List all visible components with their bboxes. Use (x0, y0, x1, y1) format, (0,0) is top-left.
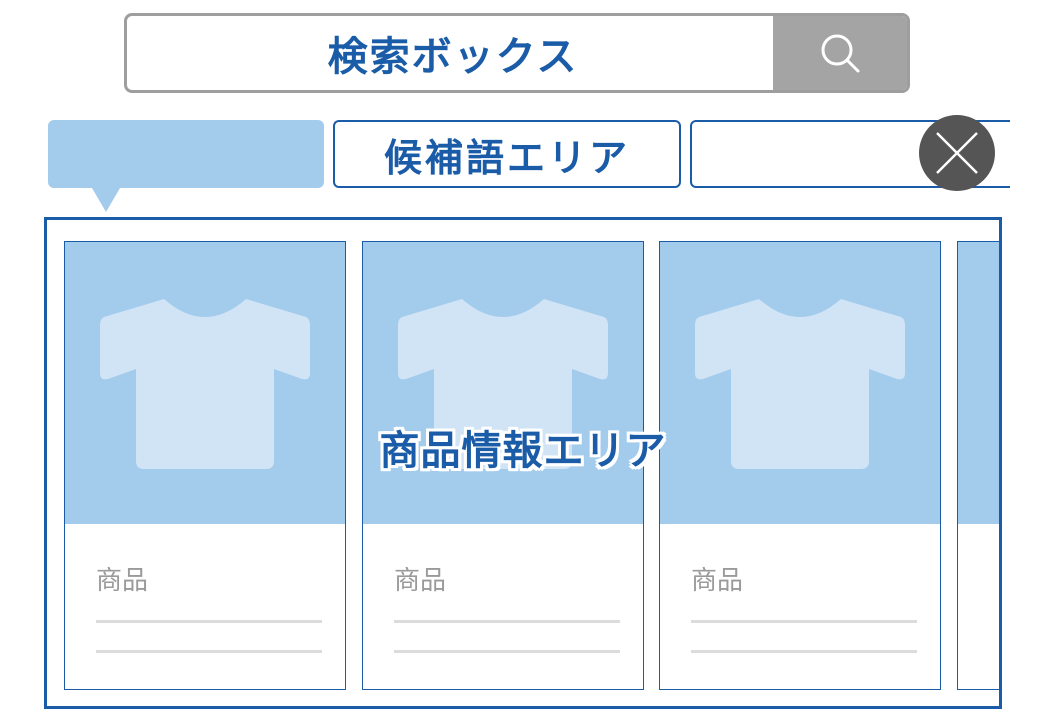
search-box[interactable]: 検索ボックス (124, 13, 910, 93)
placeholder-line (394, 650, 620, 653)
search-icon (821, 34, 860, 73)
product-title: 商品 (394, 566, 447, 596)
placeholder-line (96, 620, 322, 623)
placeholder-line (394, 620, 620, 623)
tshirt-icon (398, 299, 608, 469)
product-card[interactable]: 商品 (659, 241, 941, 690)
product-title: 商品 (96, 566, 149, 596)
suggestion-chip[interactable]: 候補語エリア (333, 120, 681, 188)
suggestion-chip-selected[interactable] (48, 120, 324, 212)
search-label[interactable]: 検索ボックス (127, 16, 779, 90)
suggestion-chip[interactable] (690, 120, 950, 188)
product-title: 商品 (691, 566, 744, 596)
product-image (958, 242, 999, 524)
close-icon (936, 132, 978, 174)
tshirt-icon (100, 299, 310, 469)
tshirt-icon (695, 299, 905, 469)
placeholder-line (691, 620, 917, 623)
product-image (363, 242, 643, 524)
product-image (65, 242, 345, 524)
close-button[interactable] (919, 115, 995, 191)
product-image (660, 242, 940, 524)
search-button[interactable] (773, 16, 907, 90)
placeholder-line (691, 650, 917, 653)
product-card[interactable]: 商品 (362, 241, 644, 690)
product-card-partial[interactable] (957, 241, 999, 690)
product-info-area: 商品 商品 商品 商品情報エリア (44, 217, 1002, 709)
placeholder-line (96, 650, 322, 653)
product-card[interactable]: 商品 (64, 241, 346, 690)
